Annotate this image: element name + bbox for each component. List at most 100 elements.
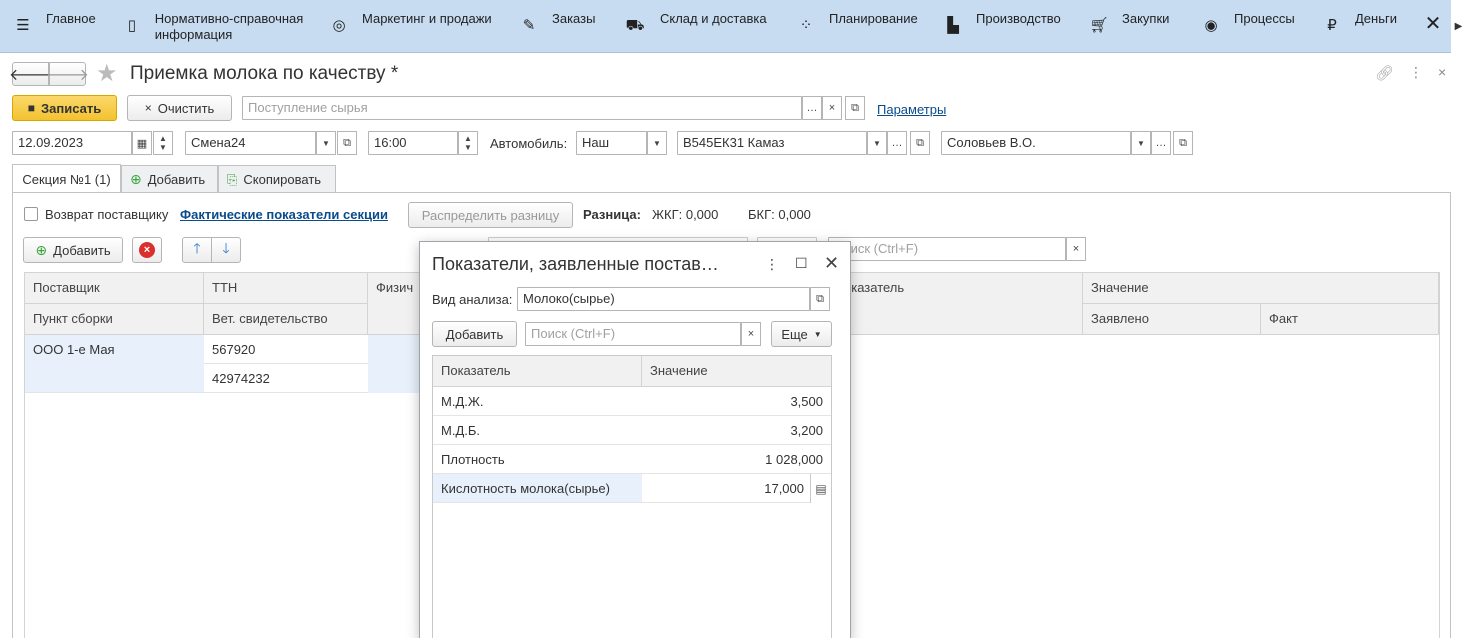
main-menu-bar: ☰ Главное ▯ Нормативно-справочная информ… bbox=[0, 0, 1466, 53]
col-dialog-indicator[interactable]: Показатель bbox=[433, 356, 642, 387]
calculator-button[interactable]: ▤ bbox=[810, 474, 831, 503]
save-button[interactable]: ■ Записать bbox=[12, 95, 117, 121]
triangle-right-icon: ▶ bbox=[1454, 21, 1463, 32]
col-fact[interactable]: Факт bbox=[1261, 304, 1439, 335]
close-dialog-icon[interactable]: ✕ bbox=[824, 253, 839, 274]
driver-select-button[interactable]: … bbox=[1151, 131, 1171, 155]
window-title: Приемка молока по качеству * bbox=[130, 63, 399, 84]
params-link[interactable]: Параметры bbox=[877, 102, 946, 117]
receipt-select-button[interactable]: … bbox=[802, 96, 822, 120]
car-type-select[interactable]: Наш bbox=[576, 131, 647, 155]
close-window-icon[interactable]: × bbox=[1438, 64, 1446, 80]
receipt-clear-button[interactable]: × bbox=[822, 96, 842, 120]
time-spinner[interactable]: ▲ ▼ bbox=[458, 131, 478, 155]
zhkg-value: ЖКГ: 0,000 bbox=[652, 207, 719, 222]
col-collection-point[interactable]: Пункт сборки bbox=[25, 304, 204, 335]
tab-copy[interactable]: ⎘ Скопировать bbox=[218, 165, 336, 193]
calendar-button[interactable]: ▦ bbox=[132, 131, 152, 155]
car-label: Автомобиль: bbox=[490, 136, 568, 151]
back-button[interactable]: 🡐 bbox=[9, 62, 52, 86]
delete-button[interactable]: × bbox=[132, 237, 162, 263]
car-number-select-button[interactable]: … bbox=[887, 131, 907, 155]
link-icon[interactable]: 🔗︎ bbox=[1375, 64, 1394, 82]
dialog-search-clear-button[interactable]: × bbox=[741, 322, 761, 346]
chevron-down-icon: ▼ bbox=[322, 138, 330, 148]
tab-section-1[interactable]: Секция №1 (1) bbox=[12, 164, 121, 193]
dialog-more-button[interactable]: Еще ▼ bbox=[771, 321, 832, 347]
clear-button[interactable]: × Очистить bbox=[127, 95, 232, 121]
ttn-cell: 567920 bbox=[204, 335, 368, 364]
time-input[interactable]: 16:00 bbox=[368, 131, 458, 155]
ruble-icon: ₽ bbox=[1327, 17, 1337, 34]
date-input[interactable]: 12.09.2023 bbox=[12, 131, 132, 155]
order-icon: ✎ bbox=[522, 17, 536, 34]
menu-item-processes[interactable]: ◉ Процессы bbox=[1202, 0, 1294, 53]
value-cell[interactable]: 3,200 bbox=[642, 416, 831, 445]
car-number-input[interactable]: В545ЕК31 Камаз bbox=[677, 131, 867, 155]
receipt-input[interactable]: Поступление сырья bbox=[242, 96, 802, 120]
menu-item-warehouse[interactable]: ⛟ Склад и доставка bbox=[624, 0, 767, 53]
plus-circle-icon: ⊕ bbox=[130, 171, 142, 187]
chevron-down-icon: ▼ bbox=[1137, 138, 1145, 148]
return-checkbox[interactable] bbox=[24, 207, 38, 221]
add-supplier-button[interactable]: ⊕ Добавить bbox=[23, 237, 123, 263]
col-value[interactable]: Значение bbox=[1083, 273, 1439, 304]
value-cell[interactable]: 1 028,000 bbox=[642, 445, 831, 474]
car-number-open-button[interactable]: ⧉ bbox=[910, 131, 930, 155]
arrow-down-icon: 🡓 bbox=[222, 240, 230, 256]
analysis-input[interactable]: Молоко(сырье) bbox=[517, 287, 810, 311]
more-vertical-icon[interactable]: ⋮ bbox=[1409, 64, 1423, 81]
calendar-icon: ▦ bbox=[136, 137, 148, 150]
col-vet[interactable]: Вет. свидетельство bbox=[204, 304, 368, 335]
open-icon: ⧉ bbox=[816, 292, 824, 305]
shift-dropdown-button[interactable]: ▼ bbox=[316, 131, 336, 155]
col-ttn[interactable]: ТТН bbox=[204, 273, 368, 304]
cart-icon: 🛒︎ bbox=[1089, 17, 1109, 34]
receipt-open-button[interactable]: ⧉ bbox=[845, 96, 865, 120]
maximize-icon[interactable]: ☐ bbox=[795, 255, 808, 272]
menu-item-planning[interactable]: ⁘ Планирование bbox=[797, 0, 918, 53]
tab-add[interactable]: ⊕ Добавить bbox=[121, 165, 218, 193]
dialog-search-input[interactable]: Поиск (Ctrl+F) bbox=[525, 322, 741, 346]
driver-input[interactable]: Соловьев В.О. bbox=[941, 131, 1131, 155]
move-down-button[interactable]: 🡓 bbox=[211, 237, 241, 263]
section-search-clear-button[interactable]: × bbox=[1066, 237, 1086, 261]
ttn-cell: 42974232 bbox=[204, 364, 368, 393]
menu-item-reference[interactable]: ▯ Нормативно-справочная информация bbox=[123, 0, 313, 53]
forward-button[interactable]: 🡒 bbox=[46, 62, 89, 86]
col-dialog-value[interactable]: Значение bbox=[642, 356, 831, 387]
return-label: Возврат поставщику bbox=[45, 207, 169, 222]
col-supplier[interactable]: Поставщик bbox=[25, 273, 204, 304]
menu-item-production[interactable]: ▙ Производство bbox=[944, 0, 1061, 53]
car-type-dropdown-button[interactable]: ▼ bbox=[647, 131, 667, 155]
menu-scroll-right[interactable]: ▶ bbox=[1451, 0, 1466, 53]
more-vertical-icon[interactable]: ⋮ bbox=[765, 256, 779, 273]
driver-dropdown-button[interactable]: ▼ bbox=[1131, 131, 1151, 155]
shift-input[interactable]: Смена24 bbox=[185, 131, 316, 155]
spin-down-icon: ▼ bbox=[159, 143, 167, 152]
difference-label: Разница: bbox=[583, 207, 641, 222]
section-search-input[interactable]: Поиск (Ctrl+F) bbox=[828, 237, 1066, 261]
distribute-difference-button[interactable]: Распределить разницу bbox=[408, 202, 573, 228]
driver-open-button[interactable]: ⧉ bbox=[1173, 131, 1193, 155]
factory-icon: ▙ bbox=[947, 17, 959, 34]
dialog-grid: Показатель Значение М.Д.Ж. 3,500 М.Д.Б. … bbox=[432, 355, 832, 638]
favorite-star-icon[interactable]: ★ bbox=[96, 59, 118, 88]
close-icon: × bbox=[144, 101, 152, 115]
menu-item-orders[interactable]: ✎ Заказы bbox=[520, 0, 596, 53]
value-cell[interactable]: 3,500 bbox=[642, 387, 831, 416]
menu-item-money[interactable]: ₽ Деньги bbox=[1323, 0, 1397, 53]
car-number-dropdown-button[interactable]: ▼ bbox=[867, 131, 887, 155]
menu-item-marketing[interactable]: ◎ Маркетинг и продажи bbox=[330, 0, 491, 53]
col-declared[interactable]: Заявлено bbox=[1083, 304, 1261, 335]
menu-item-main[interactable]: ☰ Главное bbox=[14, 0, 95, 53]
shift-open-button[interactable]: ⧉ bbox=[337, 131, 357, 155]
menu-item-purchases[interactable]: 🛒︎ Закупки bbox=[1089, 0, 1169, 53]
date-spinner[interactable]: ▲ ▼ bbox=[153, 131, 173, 155]
open-icon: ⧉ bbox=[851, 101, 859, 114]
actual-indicators-link[interactable]: Фактические показатели секции bbox=[180, 207, 388, 222]
move-up-button[interactable]: 🡑 bbox=[182, 237, 212, 263]
dialog-add-button[interactable]: Добавить bbox=[432, 321, 517, 347]
value-edit-cell[interactable]: 17,000 bbox=[642, 474, 810, 503]
analysis-open-button[interactable]: ⧉ bbox=[810, 287, 830, 311]
